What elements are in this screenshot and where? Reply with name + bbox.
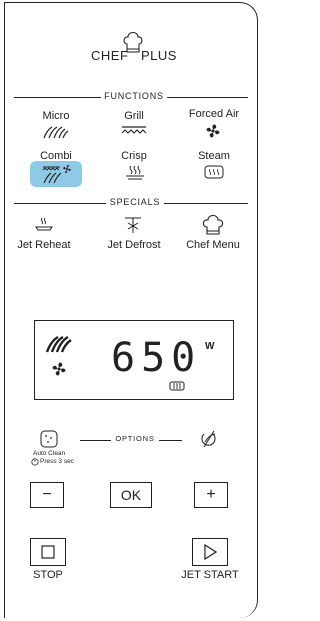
play-triangle-icon	[204, 544, 217, 560]
jet-reheat-label[interactable]: Jet Reheat	[9, 239, 79, 251]
grill-icon[interactable]	[119, 124, 149, 138]
steam-icon[interactable]	[203, 164, 225, 180]
steam-label[interactable]: Steam	[179, 150, 249, 162]
stop-button[interactable]	[30, 538, 66, 566]
plus-button[interactable]: +	[194, 482, 228, 508]
chef-hat-icon[interactable]	[202, 214, 224, 236]
display-fan-icon	[52, 362, 66, 376]
microwave-waves-icon[interactable]	[41, 124, 71, 140]
chef-hat-logo-icon	[123, 31, 143, 53]
minus-button[interactable]: −	[30, 482, 64, 508]
stop-label: STOP	[33, 569, 63, 581]
display-power-value: 650	[111, 335, 202, 381]
micro-label[interactable]: Micro	[21, 110, 91, 122]
snowflake-icon[interactable]	[124, 214, 142, 234]
press-hint: Press 3 sec	[40, 458, 74, 465]
timer-icon	[31, 458, 39, 466]
crisp-label[interactable]: Crisp	[99, 150, 169, 162]
specials-heading: SPECIALS	[106, 197, 164, 207]
start-label: JET START	[181, 569, 239, 581]
crisp-icon[interactable]	[124, 164, 146, 180]
combi-icon[interactable]	[40, 163, 74, 185]
display-unit: W	[205, 341, 215, 352]
functions-heading: FUNCTIONS	[101, 91, 167, 101]
display-grill-icon	[169, 381, 185, 391]
ok-button[interactable]: OK	[110, 482, 152, 508]
chef-menu-label[interactable]: Chef Menu	[178, 239, 248, 251]
brand-logo: CHEF PLUS	[85, 30, 185, 70]
forced-air-label[interactable]: Forced Air	[179, 108, 249, 120]
fan-icon[interactable]	[205, 123, 221, 139]
auto-clean-icon[interactable]	[40, 430, 58, 448]
plate-icon[interactable]	[34, 216, 54, 232]
options-heading: OPTIONS	[111, 434, 159, 443]
eco-mode-icon[interactable]	[199, 430, 219, 448]
jet-defrost-label[interactable]: Jet Defrost	[99, 239, 169, 251]
brand-text-right: PLUS	[141, 48, 177, 63]
auto-clean-label: Auto Clean	[33, 450, 66, 457]
display-waves-icon	[45, 335, 72, 353]
lcd-display: 650 W	[34, 320, 234, 400]
start-button[interactable]	[192, 538, 228, 566]
stop-square-icon	[41, 545, 55, 559]
grill-label[interactable]: Grill	[99, 110, 169, 122]
